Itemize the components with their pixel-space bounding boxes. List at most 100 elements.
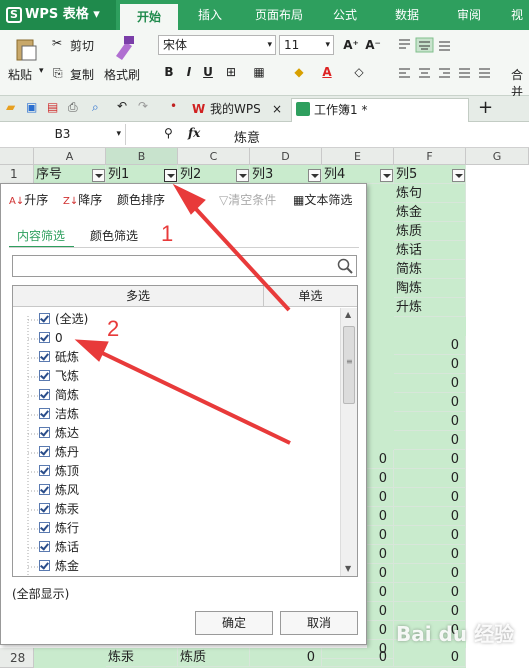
fill-color-icon[interactable]: ◆ [290,63,308,81]
row-header-28[interactable]: 28 [0,648,34,668]
zero-cell[interactable]: 0 [394,355,466,374]
filter-item[interactable]: 炼达 [39,424,79,443]
col-header-c[interactable]: C [178,148,250,165]
zero-cell[interactable]: 0 [394,412,466,431]
clear-format-icon[interactable]: ◇ [350,63,368,81]
filter-dropdown-b[interactable] [164,169,177,182]
tab-data[interactable]: 数据 [382,0,432,30]
paste-label[interactable]: 粘贴 [8,66,32,83]
paste-dropdown-icon[interactable]: ▾ [39,66,44,76]
clear-filter-button[interactable]: ▽清空条件 [219,191,276,209]
new-tab-icon[interactable]: + [478,97,493,118]
filter-search-input[interactable] [12,255,357,277]
format-painter-label[interactable]: 格式刷 [104,66,140,83]
zero-cell[interactable]: 0 [394,469,466,488]
zero-cell[interactable]: 0 [394,336,466,355]
paste-icon[interactable] [14,36,40,62]
font-shrink-icon[interactable]: A⁻ [364,36,382,54]
tab-insert[interactable]: 插入 [185,0,235,30]
cell-c28[interactable]: 炼质 [178,648,250,667]
checkbox-checked-icon[interactable] [39,446,50,457]
col-single-select[interactable]: 单选 [264,286,357,307]
tab-formula[interactable]: 公式 [320,0,370,30]
zero-cell[interactable]: 0 [394,393,466,412]
close-icon[interactable]: × [272,98,282,120]
zero-cell[interactable]: 0 [394,583,466,602]
cell-d28[interactable]: 0 [250,648,322,667]
filter-dropdown-e[interactable] [380,169,393,182]
col-header-a[interactable]: A [34,148,106,165]
checkbox-checked-icon[interactable] [39,389,50,400]
zero-cell[interactable]: 0 [394,450,466,469]
checkbox-checked-icon[interactable] [39,560,50,571]
filter-item[interactable]: 炼话 [39,538,79,557]
redo-icon[interactable]: ↷ [138,99,148,113]
filter-item[interactable]: (全选) [39,310,88,329]
print-icon[interactable]: ⎙ [68,100,78,115]
cell-f3[interactable]: 炼金 [394,203,466,222]
fx-icon[interactable]: fx [188,126,200,140]
sort-asc-button[interactable]: A↓升序 [9,191,48,211]
italic-button[interactable]: I [180,63,198,81]
zero-cell[interactable]: 0 [394,507,466,526]
save-icon[interactable]: ▣ [26,100,37,114]
cut-icon[interactable]: ✂ [52,36,62,50]
zoom-icon[interactable]: ⚲ [164,126,173,140]
cell-f6[interactable]: 简炼 [394,260,466,279]
zero-cell[interactable]: 0 [394,564,466,583]
checkbox-checked-icon[interactable] [39,484,50,495]
tab-workbook1[interactable]: 工作簿1 * [291,98,469,122]
tab-my-wps[interactable]: W 我的WPS × [188,98,288,122]
scroll-down-icon[interactable]: ▼ [345,564,351,573]
bold-button[interactable]: B [160,63,178,81]
formula-input[interactable]: 炼意 [234,127,260,146]
filter-dropdown-f[interactable] [452,169,465,182]
filter-item[interactable]: 炼风 [39,481,79,500]
undo-icon[interactable]: ↶ [117,99,127,113]
cell-f4[interactable]: 炼质 [394,222,466,241]
zero-cell[interactable]: 0 [394,431,466,450]
font-color-icon[interactable]: A [318,63,336,81]
search-icon[interactable] [337,258,353,274]
ok-button[interactable]: 确定 [195,611,273,635]
zero-cell[interactable]: 0 [394,488,466,507]
checkbox-checked-icon[interactable] [39,351,50,362]
filter-item[interactable]: 0 [39,329,63,348]
export-pdf-icon[interactable]: ▤ [47,100,58,114]
col-header-e[interactable]: E [322,148,394,165]
pin-icon[interactable]: • [170,99,177,113]
filter-item[interactable]: 炼汞 [39,500,79,519]
open-folder-icon[interactable]: ▰ [6,100,15,114]
filter-dropdown-c[interactable] [236,169,249,182]
checkbox-checked-icon[interactable] [39,541,50,552]
zero-cell[interactable]: 0 [394,526,466,545]
col-header-f[interactable]: F [394,148,466,165]
filter-item[interactable]: 简炼 [39,386,79,405]
checkbox-checked-icon[interactable] [39,427,50,438]
cancel-button[interactable]: 取消 [280,611,358,635]
checkbox-checked-icon[interactable] [39,313,50,324]
copy-icon[interactable]: ⎘ [53,66,63,81]
zero-cell[interactable]: 0 [394,374,466,393]
filter-item[interactable]: 砥炼 [39,348,79,367]
cell-style-icon[interactable]: ▦ [250,63,268,81]
tab-view[interactable]: 视 [505,0,529,30]
checkbox-checked-icon[interactable] [39,370,50,381]
list-scrollbar[interactable]: ▲ ≡ ▼ [340,308,357,576]
filter-item[interactable]: 炼丹 [39,443,79,462]
tab-content-filter[interactable]: 内容筛选 [17,227,65,245]
tab-color-filter[interactable]: 颜色筛选 [90,227,138,245]
tab-home[interactable]: 开始 [120,4,178,30]
cell-f8[interactable]: 升炼 [394,298,466,317]
border-icon[interactable]: ⊞ [222,63,240,81]
corner-select-all[interactable] [0,148,34,165]
cell-e28[interactable]: 0 [322,648,394,667]
filter-dropdown-a[interactable] [92,169,105,182]
text-filter-button[interactable]: ▦文本筛选 [293,191,352,209]
checkbox-checked-icon[interactable] [39,503,50,514]
filter-item[interactable]: 洁炼 [39,405,79,424]
copy-label[interactable]: 复制 [70,66,94,83]
font-name-select[interactable]: 宋体 ▾ [158,35,276,55]
filter-item[interactable]: 炼顶 [39,462,79,481]
filter-item[interactable]: 炼行 [39,519,79,538]
